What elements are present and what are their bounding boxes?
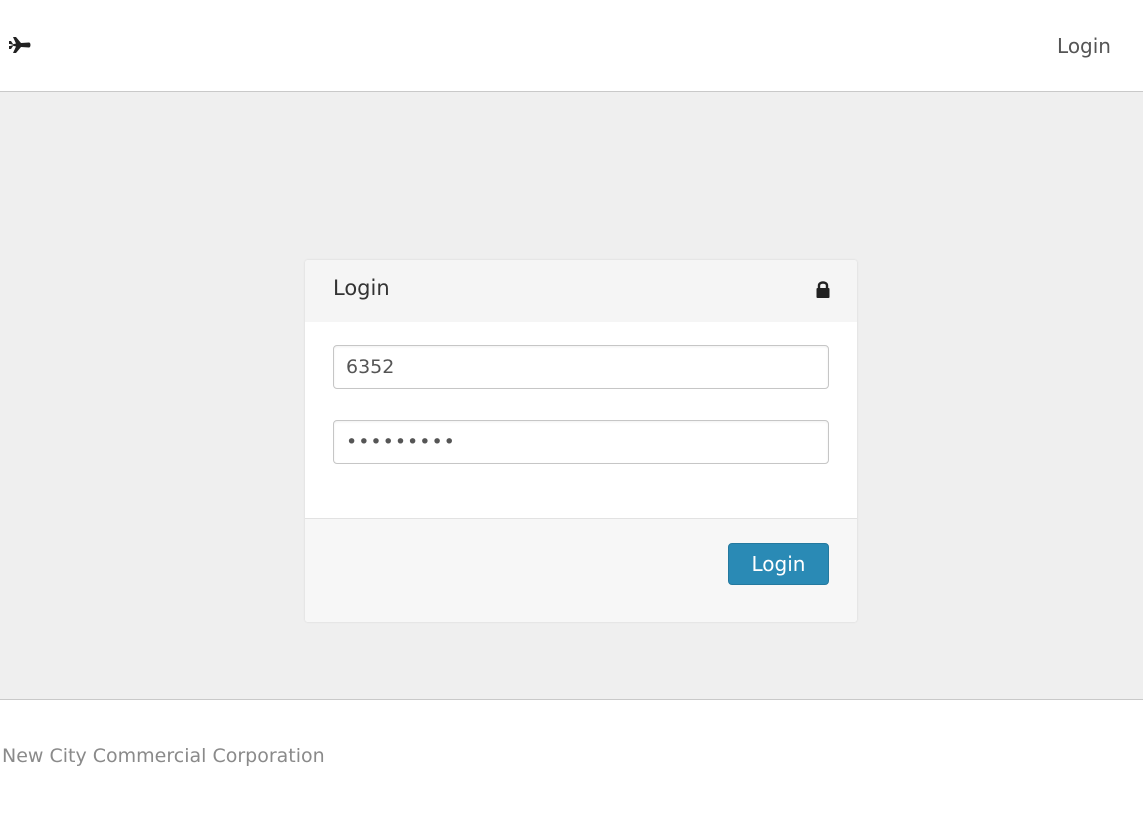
main-content: Login Login xyxy=(0,92,1143,700)
footer-company-name: New City Commercial Corporation xyxy=(2,745,325,767)
login-panel-title: Login xyxy=(333,276,390,300)
login-panel-footer: Login xyxy=(305,518,857,622)
plane-icon[interactable] xyxy=(8,34,32,56)
lock-icon xyxy=(815,280,831,300)
username-input[interactable] xyxy=(333,345,829,389)
login-panel-heading: Login xyxy=(305,260,857,322)
login-panel: Login Login xyxy=(305,260,857,622)
login-button[interactable]: Login xyxy=(728,543,829,585)
top-navbar: Login xyxy=(0,0,1143,92)
password-input[interactable] xyxy=(333,420,829,464)
nav-login-link[interactable]: Login xyxy=(1057,34,1111,58)
